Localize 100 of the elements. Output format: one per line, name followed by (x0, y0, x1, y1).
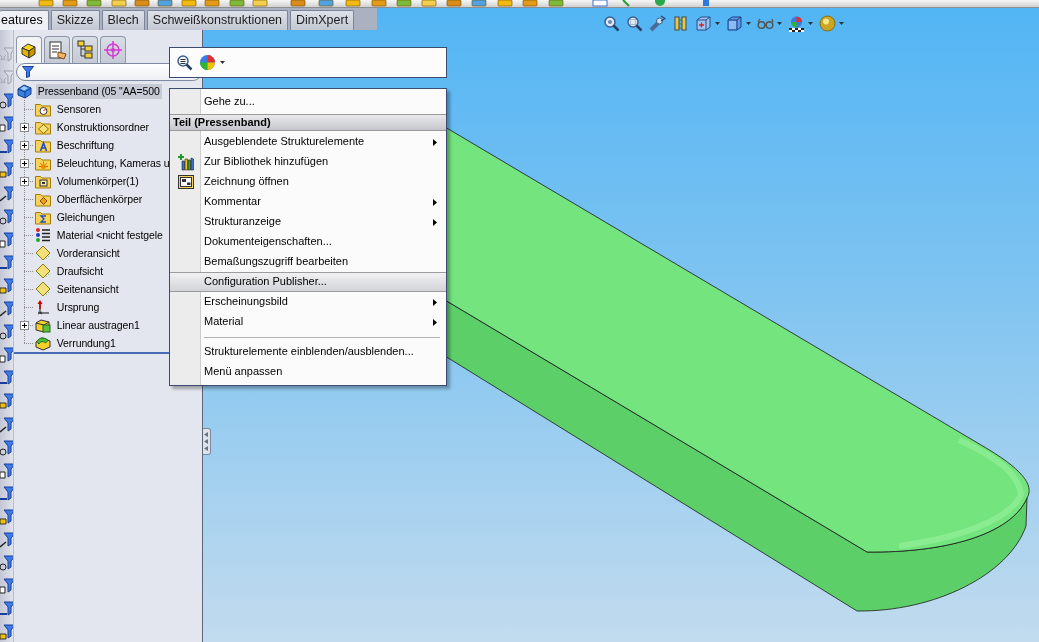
zoom-to-fit-icon[interactable] (603, 15, 620, 32)
tree-item[interactable]: Gleichungen (54, 209, 117, 225)
tree-item[interactable]: Ursprung (54, 299, 102, 315)
toolbar-icon[interactable] (318, 0, 334, 7)
tree-item[interactable]: Beschriftung (54, 137, 116, 153)
selection-filter-icon[interactable] (0, 162, 13, 179)
toolbar-icon[interactable] (86, 0, 102, 7)
selection-filter-icon[interactable] (0, 254, 13, 271)
toolbar-icon[interactable] (446, 0, 462, 7)
material-icon (34, 227, 51, 243)
tree-item[interactable]: Sensoren (54, 101, 103, 117)
panel-tab[interactable] (43, 36, 70, 63)
command-tab[interactable]: Schweißkonstruktionen (146, 10, 289, 30)
selection-filter-icon[interactable] (0, 416, 13, 433)
caret-icon[interactable] (808, 22, 813, 25)
toolbar-icon[interactable] (290, 0, 306, 7)
menu-item[interactable]: Erscheinungsbild (170, 292, 446, 312)
panel-tab[interactable] (15, 36, 42, 63)
toolbar-icon[interactable] (229, 0, 245, 7)
selection-filter-icon[interactable] (0, 324, 13, 341)
selection-filter-icon[interactable] (0, 555, 13, 572)
menu-item[interactable]: Zur Bibliothek hinzufügen (170, 152, 446, 172)
tree-item[interactable]: Seitenansicht (54, 281, 121, 297)
expand-toggle[interactable] (19, 122, 29, 132)
tree-item[interactable]: Beleuchtung, Kameras u (54, 155, 172, 171)
section-view-icon[interactable] (672, 15, 689, 32)
selection-filter-icon[interactable] (0, 508, 13, 525)
tree-item[interactable]: Pressenband (05 "AA=500 (35, 83, 162, 99)
tree-item[interactable]: Verrundung1 (54, 335, 118, 351)
toolbar-icon[interactable] (204, 0, 220, 7)
selection-filter-icon[interactable] (0, 116, 13, 133)
selection-filter-icon[interactable] (0, 393, 13, 410)
expand-toggle[interactable] (19, 320, 29, 330)
display-style-icon[interactable] (726, 15, 743, 32)
previous-view-icon[interactable] (649, 15, 666, 32)
selection-filter-icon[interactable] (0, 347, 13, 364)
tree-item[interactable]: Vorderansicht (54, 245, 122, 261)
tree-item[interactable]: Oberflächenkörper (54, 191, 145, 207)
selection-filter-icon[interactable] (0, 277, 13, 294)
toolbar-icon[interactable] (522, 0, 538, 7)
menu-item[interactable]: Strukturelemente einblenden/ausblenden... (170, 342, 446, 362)
command-tab[interactable]: DimXpert (290, 10, 355, 30)
tree-item[interactable]: Linear austragen1 (54, 317, 142, 333)
menu-item[interactable]: Dokumenteigenschaften... (170, 232, 446, 252)
toolbar-icon[interactable] (396, 0, 412, 7)
tree-item[interactable]: Material <nicht festgele (54, 227, 165, 243)
tree-item[interactable]: Volumenkörper(1) (54, 173, 141, 189)
caret-icon[interactable] (220, 61, 225, 64)
selection-filter-icon[interactable] (0, 208, 13, 225)
menu-item[interactable]: Strukturanzeige (170, 212, 446, 232)
scene-ball-icon[interactable] (788, 15, 805, 32)
menu-item[interactable]: Menü anpassen (170, 362, 446, 382)
tree-item[interactable]: Draufsicht (54, 263, 106, 279)
caret-icon[interactable] (839, 22, 844, 25)
expand-toggle[interactable] (19, 176, 29, 186)
solid-bodies-folder-icon (34, 173, 51, 189)
lights-folder-icon (34, 155, 51, 171)
toolbar-icon[interactable] (548, 0, 564, 7)
toolbar-icon[interactable] (652, 0, 668, 7)
panel-collapse-handle[interactable] (202, 428, 211, 455)
toolbar-icon[interactable] (471, 0, 487, 7)
menu-item[interactable]: Zeichnung öffnen (170, 172, 446, 192)
zoom-selection-icon[interactable] (176, 54, 193, 71)
selection-filter-icon[interactable] (0, 185, 13, 202)
command-tab[interactable]: eatures (0, 10, 49, 30)
appearance-ball-icon[interactable] (819, 15, 836, 32)
panel-tab[interactable] (71, 36, 98, 63)
toolbar-icon[interactable] (157, 0, 173, 7)
selection-filter-icon[interactable] (0, 301, 13, 318)
selection-filter-icon[interactable] (0, 231, 13, 248)
menu-item[interactable]: Bemaßungszugriff bearbeiten (170, 252, 446, 272)
selection-filter-icon[interactable] (0, 624, 13, 641)
menu-item[interactable]: Kommentar (170, 192, 446, 212)
appearance-ball-icon[interactable] (199, 54, 216, 71)
command-tab[interactable]: Blech (101, 10, 145, 30)
selection-filter-icon[interactable] (0, 439, 13, 456)
command-tab[interactable]: Skizze (50, 10, 100, 30)
expand-toggle[interactable] (19, 140, 29, 150)
selection-filter-icon[interactable] (0, 531, 13, 548)
caret-icon[interactable] (746, 22, 751, 25)
selection-filter-icon[interactable] (0, 578, 13, 595)
zoom-area-icon[interactable] (626, 15, 643, 32)
toolbar-icon[interactable] (371, 0, 387, 7)
menu-item[interactable]: Gehe zu... (170, 92, 446, 112)
selection-filter-icon[interactable] (0, 462, 13, 479)
selection-filter-icon[interactable] (0, 370, 13, 387)
selection-filter-icon[interactable] (0, 93, 13, 110)
menu-item[interactable]: Material (170, 312, 446, 332)
selection-filter-icon[interactable] (0, 139, 13, 156)
caret-icon[interactable] (777, 22, 782, 25)
selection-filter-icon[interactable] (0, 485, 13, 502)
toolbar-icon[interactable] (62, 0, 78, 7)
tree-item[interactable]: Konstruktionsordner (54, 119, 151, 135)
view-orientation-icon[interactable] (695, 15, 712, 32)
menu-item[interactable]: Configuration Publisher... (170, 272, 446, 292)
toolbar-icon[interactable] (134, 0, 150, 7)
expand-toggle[interactable] (19, 158, 29, 168)
menu-item[interactable]: Ausgeblendete Strukturelemente (170, 132, 446, 152)
caret-icon[interactable] (715, 22, 720, 25)
selection-filter-icon[interactable] (0, 601, 13, 618)
